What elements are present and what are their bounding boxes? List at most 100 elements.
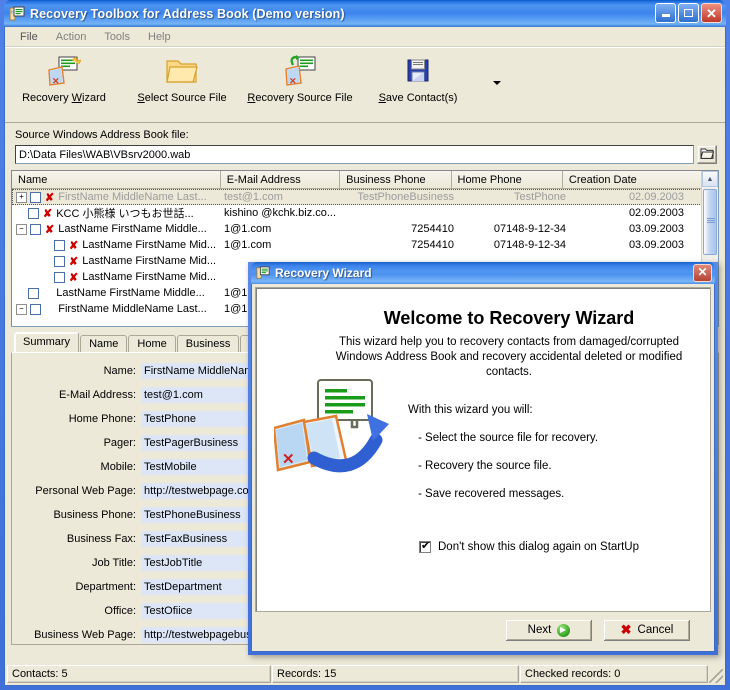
svg-text:✕: ✕ [282,451,295,468]
cell-name-text: FirstName MiddleName Last... [58,191,207,203]
row-checkbox[interactable] [30,304,41,315]
toolbar-button-select-source-file[interactable]: Select Source File [123,54,241,104]
wizard-heading: Welcome to Recovery Wizard [256,308,710,329]
column-header-creation-date[interactable]: Creation Date [563,171,718,189]
cell-email: test@1.com [222,191,342,203]
wizard-next-label: Next [528,624,552,636]
tab-business[interactable]: Business [177,335,240,352]
toolbar-button-save-contacts[interactable]: Save Contact(s) [359,54,477,104]
column-header-name[interactable]: Name [12,171,221,189]
table-row[interactable]: + ✘ FirstName MiddleName Last... test@1.com… [12,189,718,205]
contacts-list-header: Name E-Mail Address Business Phone Home … [12,171,718,189]
browse-source-file-button[interactable] [697,145,717,164]
wizard-dont-show-label: Don't show this dialog again on StartUp [438,541,639,553]
detail-field-label: Office: [12,605,142,617]
wizard-close-button[interactable]: ✕ [693,264,712,282]
row-checkbox[interactable] [30,192,41,203]
cell-home-phone: 07148-9-12-34 [454,223,566,235]
expand-icon[interactable]: + [16,192,27,203]
expander-placeholder [16,289,25,298]
detail-field-label: Mobile: [12,461,142,473]
menu-bar: File Action Tools Help [5,27,725,47]
row-checkbox[interactable] [54,240,65,251]
address-book-icon [9,6,25,22]
deleted-mark-icon: ✘ [45,191,54,204]
toolbar-button-recovery-wizard[interactable]: ✕ Recovery Wizard [5,54,123,104]
minimize-button[interactable] [655,3,676,23]
cell-business-phone: 7254410 [342,239,454,251]
expander-placeholder [42,257,51,266]
column-header-business-phone[interactable]: Business Phone [340,171,451,189]
source-file-label: Source Windows Address Book file: [15,129,717,141]
detail-field-label: Home Phone: [12,413,142,425]
row-checkbox[interactable] [28,208,39,219]
cell-name-text: LastName FirstName Mid... [82,239,216,251]
source-file-section: Source Windows Address Book file: [5,123,725,168]
cell-name-text: LastName FirstName Mid... [82,271,216,283]
scroll-up-button[interactable]: ▲ [702,171,718,187]
wizard-title-bar: Recovery Wizard ✕ [251,262,715,284]
arrow-right-icon [557,624,570,637]
recovery-source-icon: ✕ [283,54,317,88]
row-checkbox[interactable] [28,288,39,299]
recovery-wizard-icon: ✕ [47,54,81,88]
cell-name: −✘FirstName MiddleName Last... [12,303,222,316]
detail-field-label: Business Web Page: [12,629,142,641]
floppy-disk-icon [405,54,431,88]
tab-summary[interactable]: Summary [14,332,79,352]
row-checkbox[interactable] [54,256,65,267]
collapse-icon[interactable]: − [16,224,27,235]
cell-name: + ✘ FirstName MiddleName Last... [12,191,222,204]
wizard-next-button[interactable]: Next [505,619,593,642]
row-checkbox[interactable] [54,272,65,283]
cell-creation-date: 02.09.2003 [566,207,684,219]
scroll-thumb[interactable] [703,189,717,255]
cell-creation-date: 02.09.2003 [566,191,684,203]
status-contacts: Contacts: 5 [7,665,271,683]
cell-name: ✘LastName FirstName Mid... [12,271,222,284]
wizard-page: Welcome to Recovery Wizard This wizard h… [255,287,711,612]
toolbar-label-recovery-source-file: Recovery Source File [247,92,352,104]
wizard-dont-show-checkbox[interactable] [419,541,431,553]
cell-name-text: LastName FirstName Mid... [82,255,216,267]
status-bar: Contacts: 5 Records: 15 Checked records:… [7,665,723,683]
source-file-input[interactable] [15,145,694,164]
table-row[interactable]: ✘LastName FirstName Mid...1@1.com7254410… [12,237,718,253]
detail-field-label: Department: [12,581,142,593]
cell-name-text: KCC 小熊様 いつもお世話... [56,205,194,221]
toolbar: ✕ Recovery Wizard Select Source File [5,47,725,123]
toolbar-label-save-contacts: Save Contact(s) [379,92,458,104]
wizard-bullet-3: - Save recovered messages. [418,488,710,500]
tab-name[interactable]: Name [80,335,127,352]
resize-grip-icon[interactable] [709,669,723,683]
table-row[interactable]: ✘KCC 小熊様 いつもお世話...kishino @kchk.biz.co..… [12,205,718,221]
folder-open-icon [166,54,198,88]
cell-business-phone: TestPhoneBusiness [342,191,454,203]
column-header-email[interactable]: E-Mail Address [221,171,340,189]
wizard-dont-show-checkbox-row[interactable]: Don't show this dialog again on StartUp [419,541,639,553]
menu-item-action[interactable]: Action [47,29,96,45]
column-header-home-phone[interactable]: Home Phone [452,171,563,189]
close-button[interactable]: ✕ [701,3,722,23]
menu-item-tools[interactable]: Tools [95,29,139,45]
table-row[interactable]: −✘LastName FirstName Middle...1@1.com725… [12,221,718,237]
row-checkbox[interactable] [30,224,41,235]
wizard-cancel-label: Cancel [638,624,674,636]
cell-name: ✘LastName FirstName Mid... [12,239,222,252]
wizard-with-label: With this wizard you will: [408,404,710,416]
toolbar-button-recovery-source-file[interactable]: ✕ Recovery Source File [241,54,359,104]
address-book-icon [256,266,270,280]
close-x-icon: ✖ [621,622,632,638]
menu-item-help[interactable]: Help [139,29,180,45]
toolbar-label-recovery-wizard: Recovery Wizard [22,92,106,104]
wizard-cancel-button[interactable]: ✖ Cancel [603,619,691,642]
chevron-down-icon[interactable] [492,78,502,88]
maximize-button[interactable] [678,3,699,23]
wizard-bullet-2: - Recovery the source file. [418,460,710,472]
detail-field-label: Business Fax: [12,533,142,545]
expander-placeholder [16,209,25,218]
menu-item-file[interactable]: File [11,29,47,45]
wizard-client: Welcome to Recovery Wizard This wizard h… [251,284,715,652]
tab-home[interactable]: Home [128,335,175,352]
collapse-icon[interactable]: − [16,304,27,315]
